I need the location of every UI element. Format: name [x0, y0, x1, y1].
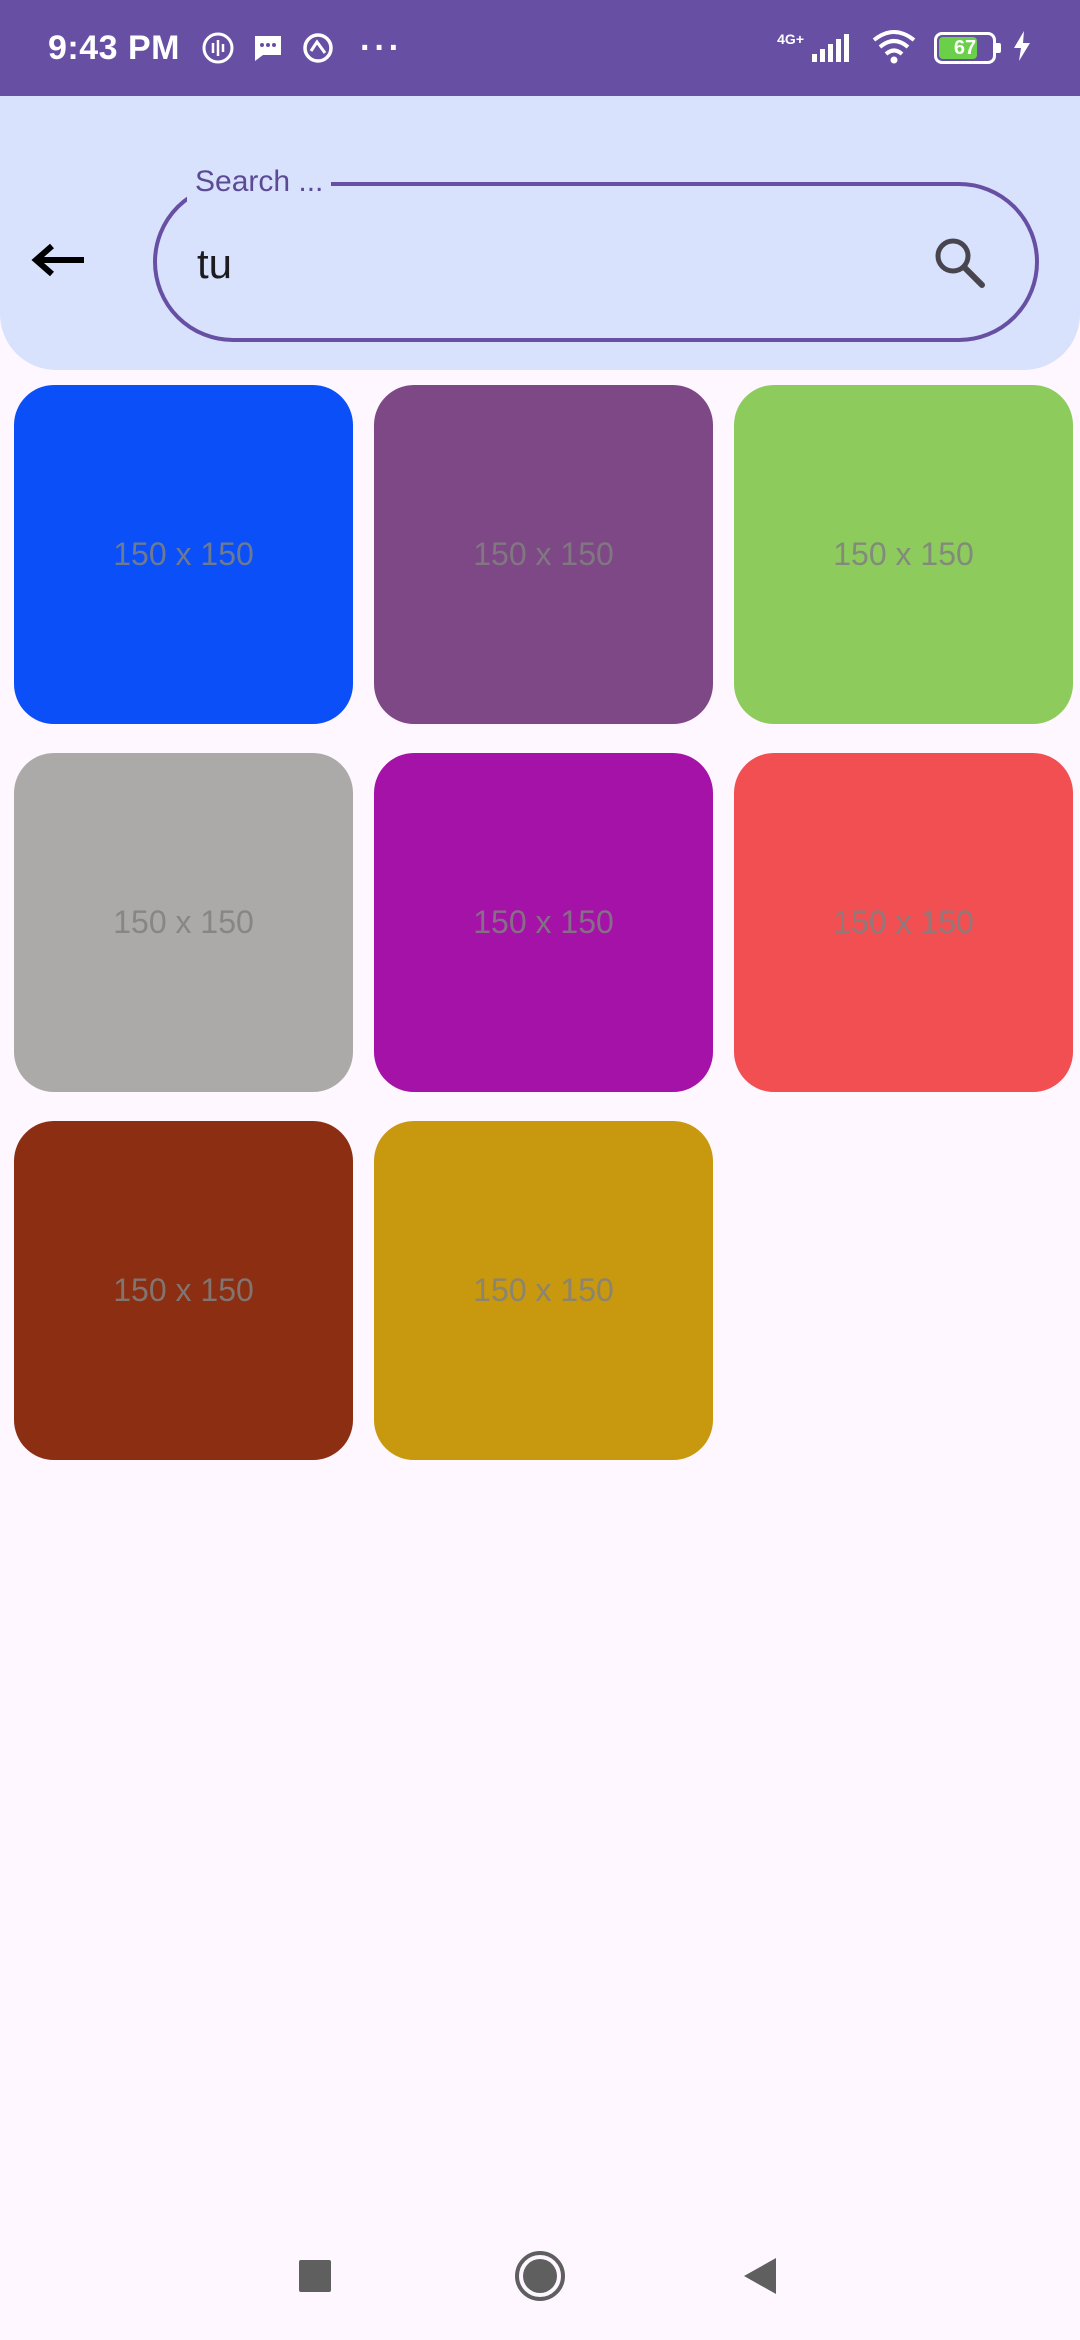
call-recording-icon — [200, 30, 236, 66]
results-grid: 150 x 150 150 x 150 150 x 150 150 x 150 … — [14, 385, 1073, 1460]
back-nav-button[interactable] — [730, 2246, 790, 2306]
result-tile[interactable]: 150 x 150 — [374, 385, 713, 724]
circle-icon — [515, 2251, 565, 2301]
tile-placeholder-label: 150 x 150 — [113, 1272, 254, 1308]
battery-percentage: 67 — [953, 36, 977, 59]
charging-icon — [1012, 30, 1032, 67]
tile-placeholder-label: 150 x 150 — [833, 904, 974, 940]
result-tile[interactable]: 150 x 150 — [14, 1121, 353, 1460]
battery-icon: 67 — [934, 32, 1001, 64]
wifi-icon — [870, 28, 918, 69]
triangle-back-icon — [744, 2258, 776, 2294]
search-input[interactable]: tu — [197, 236, 232, 292]
result-tile[interactable]: 150 x 150 — [734, 385, 1073, 724]
arrow-back-icon — [31, 243, 84, 277]
result-tile[interactable]: 150 x 150 — [374, 753, 713, 1092]
search-icon — [935, 238, 985, 288]
more-notifications: ··· — [360, 28, 403, 67]
status-bar: 9:43 PM ··· 4G+ 67 — [0, 0, 1080, 96]
notification-icons: ··· — [200, 29, 403, 68]
square-icon — [299, 2260, 331, 2292]
search-button[interactable] — [927, 230, 991, 294]
tile-placeholder-label: 150 x 150 — [473, 536, 614, 572]
back-button[interactable] — [24, 226, 92, 294]
message-icon — [250, 30, 286, 66]
home-button[interactable] — [510, 2246, 570, 2306]
tile-placeholder-label: 150 x 150 — [473, 904, 614, 940]
vpn-icon — [300, 30, 336, 66]
search-header: Search ... tu — [0, 96, 1080, 370]
tile-placeholder-label: 150 x 150 — [473, 1272, 614, 1308]
recents-button[interactable] — [285, 2246, 345, 2306]
result-tile[interactable]: 150 x 150 — [14, 753, 353, 1092]
search-label: Search ... — [187, 162, 332, 202]
signal-icon: 4G+ — [777, 32, 854, 64]
result-tile[interactable]: 150 x 150 — [374, 1121, 713, 1460]
tile-placeholder-label: 150 x 150 — [113, 904, 254, 940]
network-type: 4G+ — [777, 31, 804, 47]
result-tile[interactable]: 150 x 150 — [734, 753, 1073, 1092]
status-time: 9:43 PM — [48, 28, 180, 67]
navigation-bar — [0, 2214, 1080, 2340]
search-field[interactable]: Search ... tu — [153, 162, 1039, 342]
tile-placeholder-label: 150 x 150 — [113, 536, 254, 572]
system-icons: 4G+ 67 — [777, 28, 1032, 69]
tile-placeholder-label: 150 x 150 — [833, 536, 974, 572]
result-tile[interactable]: 150 x 150 — [14, 385, 353, 724]
